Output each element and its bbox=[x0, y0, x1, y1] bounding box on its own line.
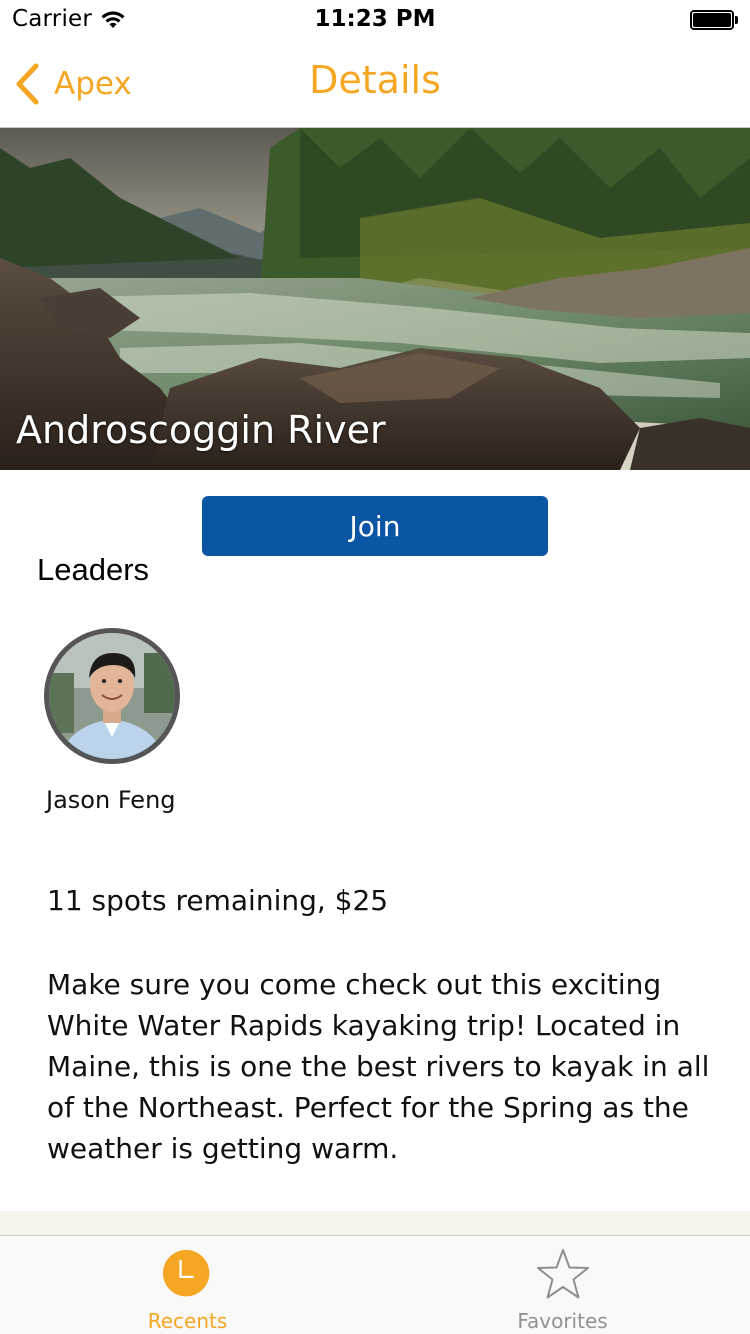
leaders-heading: Leaders bbox=[37, 552, 150, 587]
navigation-bar: Apex Details bbox=[0, 40, 750, 128]
trip-description: Make sure you come check out this exciti… bbox=[47, 968, 710, 1165]
status-bar: Carrier 11:23 PM bbox=[0, 0, 750, 40]
star-icon bbox=[536, 1249, 589, 1299]
clock-icon bbox=[162, 1249, 209, 1297]
hero-title: Androscoggin River bbox=[16, 408, 386, 452]
tab-recents[interactable]: Recents bbox=[0, 1236, 375, 1334]
leader-name: Jason Feng bbox=[46, 786, 176, 814]
join-button[interactable]: Join bbox=[202, 496, 548, 556]
status-time: 11:23 PM bbox=[314, 6, 436, 32]
leader-avatar[interactable] bbox=[44, 628, 180, 764]
avatar-photo bbox=[49, 633, 175, 759]
content-footer bbox=[0, 1211, 750, 1236]
tab-bar: Recents Favorites bbox=[0, 1235, 750, 1334]
tab-favorites-label: Favorites bbox=[517, 1309, 608, 1333]
battery-icon bbox=[690, 10, 738, 30]
page-title: Details bbox=[309, 58, 441, 102]
spots-remaining-text: 11 spots remaining, $25 bbox=[47, 884, 389, 917]
hero-image: Androscoggin River bbox=[0, 128, 750, 470]
tab-recents-label: Recents bbox=[147, 1309, 228, 1333]
tab-favorites[interactable]: Favorites bbox=[375, 1236, 750, 1334]
